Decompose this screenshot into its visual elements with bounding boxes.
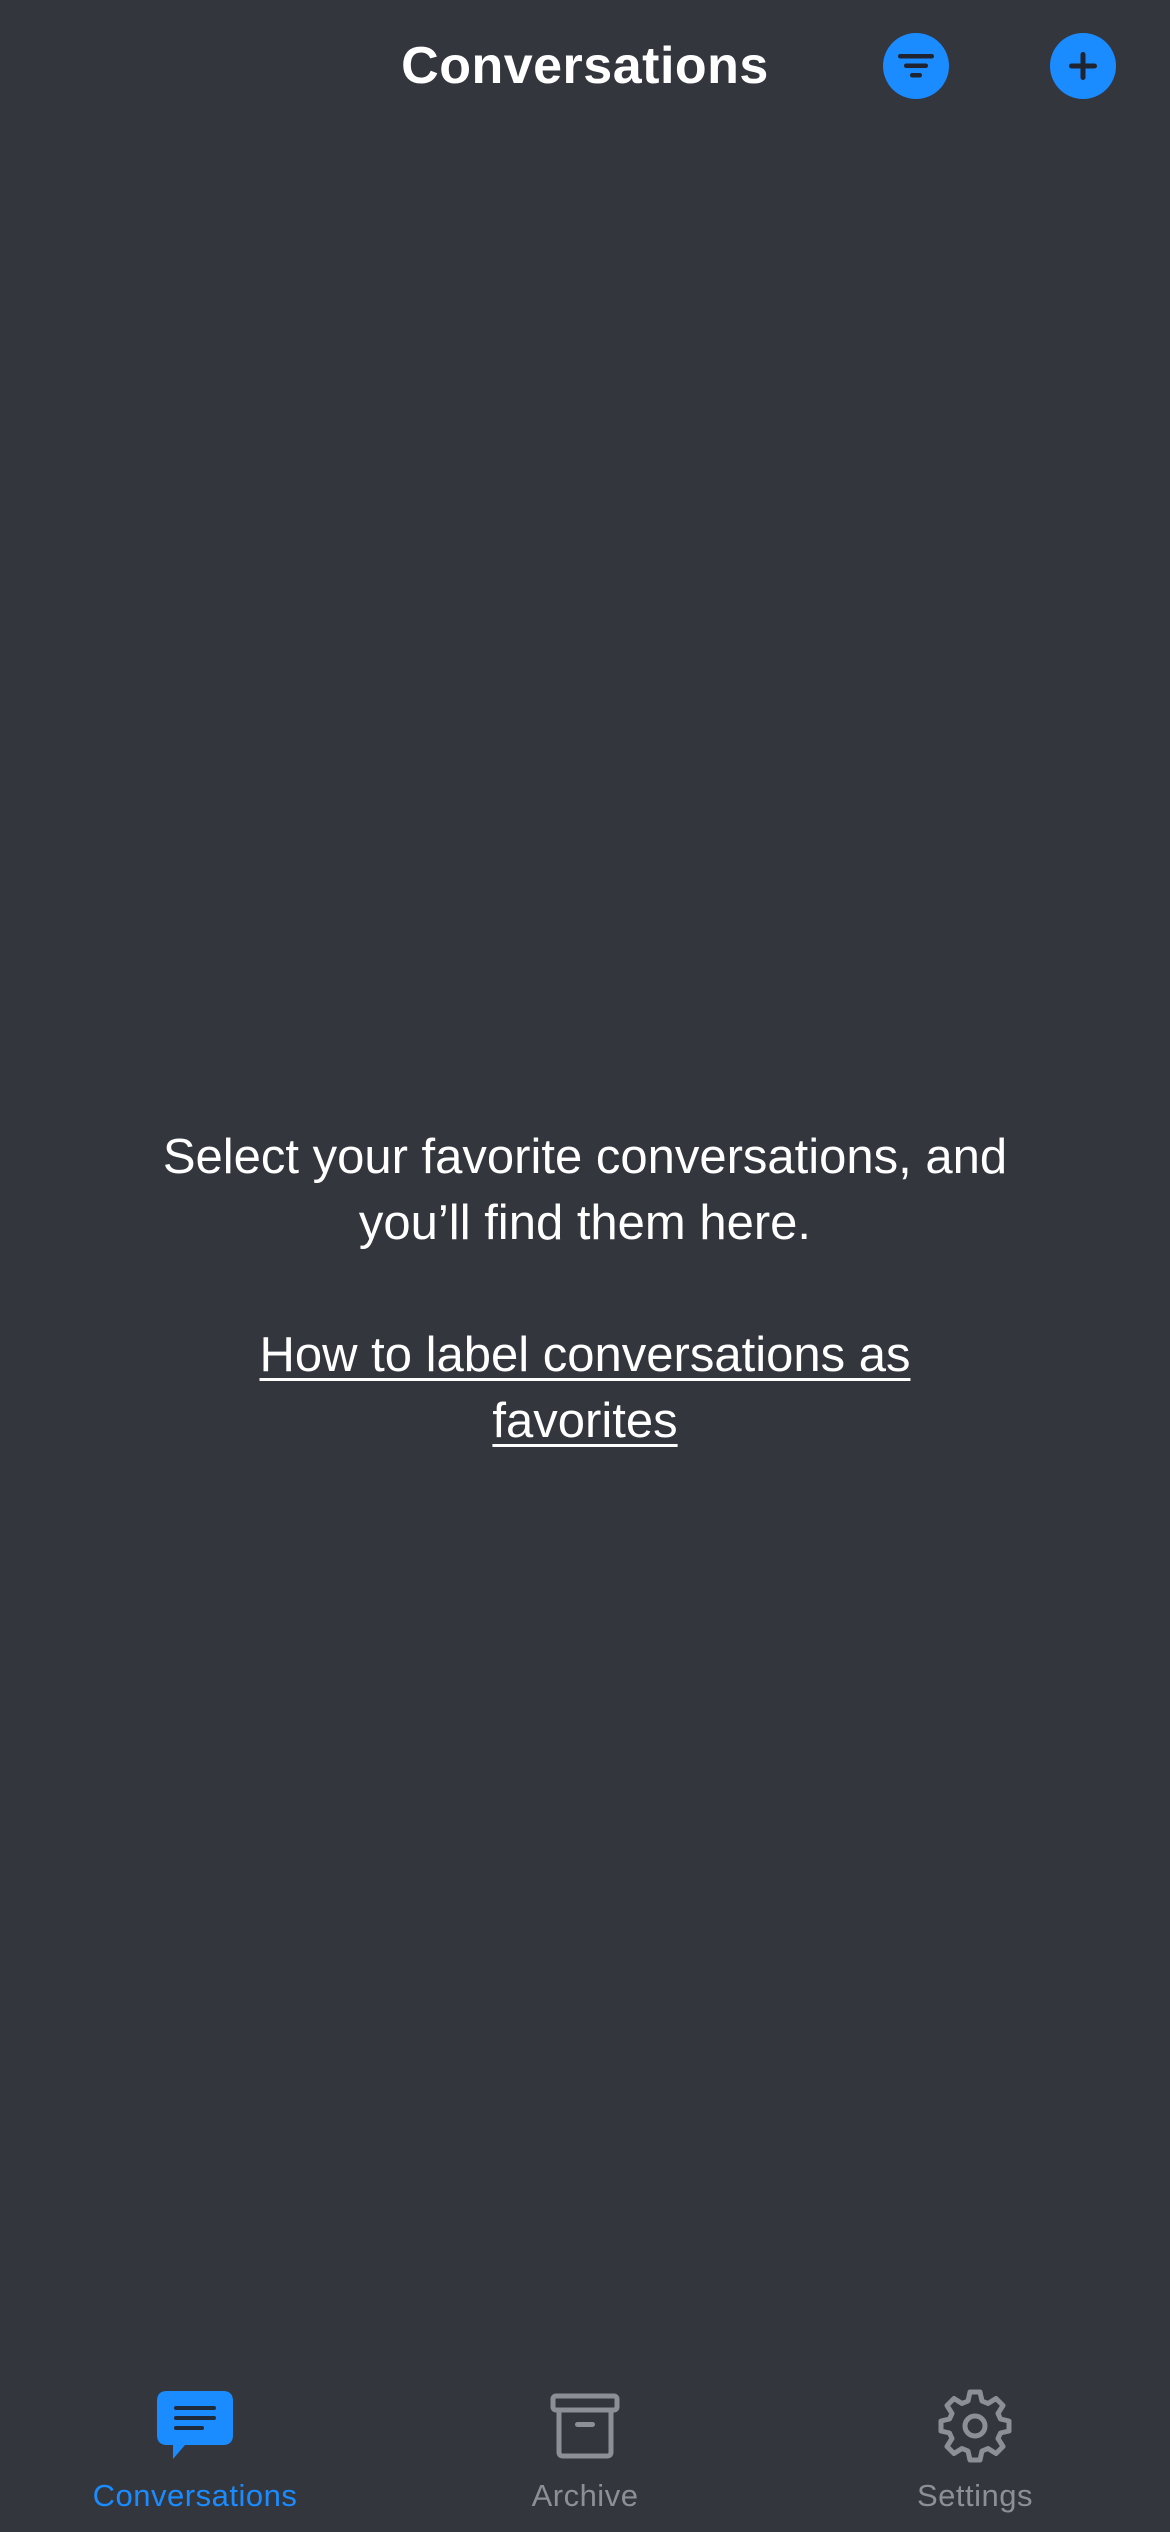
tab-conversations[interactable]: Conversations [0,2382,390,2532]
gear-icon [930,2386,1020,2466]
page-title: Conversations [401,37,769,95]
tab-bar: Conversations Archive Settings [0,2382,1170,2532]
empty-state: Select your favorite conversations, and … [0,1124,1170,1454]
tab-archive[interactable]: Archive [390,2382,780,2532]
plus-icon [1069,52,1097,80]
top-bar: Conversations [0,0,1170,136]
filter-icon [898,54,934,78]
new-conversation-button[interactable] [1050,33,1116,99]
archive-box-icon [540,2386,630,2466]
favorites-help-link[interactable]: How to label conversations as favorites [225,1322,945,1454]
tab-settings-label: Settings [916,2478,1033,2513]
tab-settings[interactable]: Settings [780,2382,1170,2532]
chat-bubble-icon [150,2386,240,2466]
tab-conversations-label: Conversations [92,2478,298,2513]
filter-button[interactable] [883,33,949,99]
empty-state-message: Select your favorite conversations, and … [162,1130,1008,1250]
tab-archive-label: Archive [531,2478,639,2513]
